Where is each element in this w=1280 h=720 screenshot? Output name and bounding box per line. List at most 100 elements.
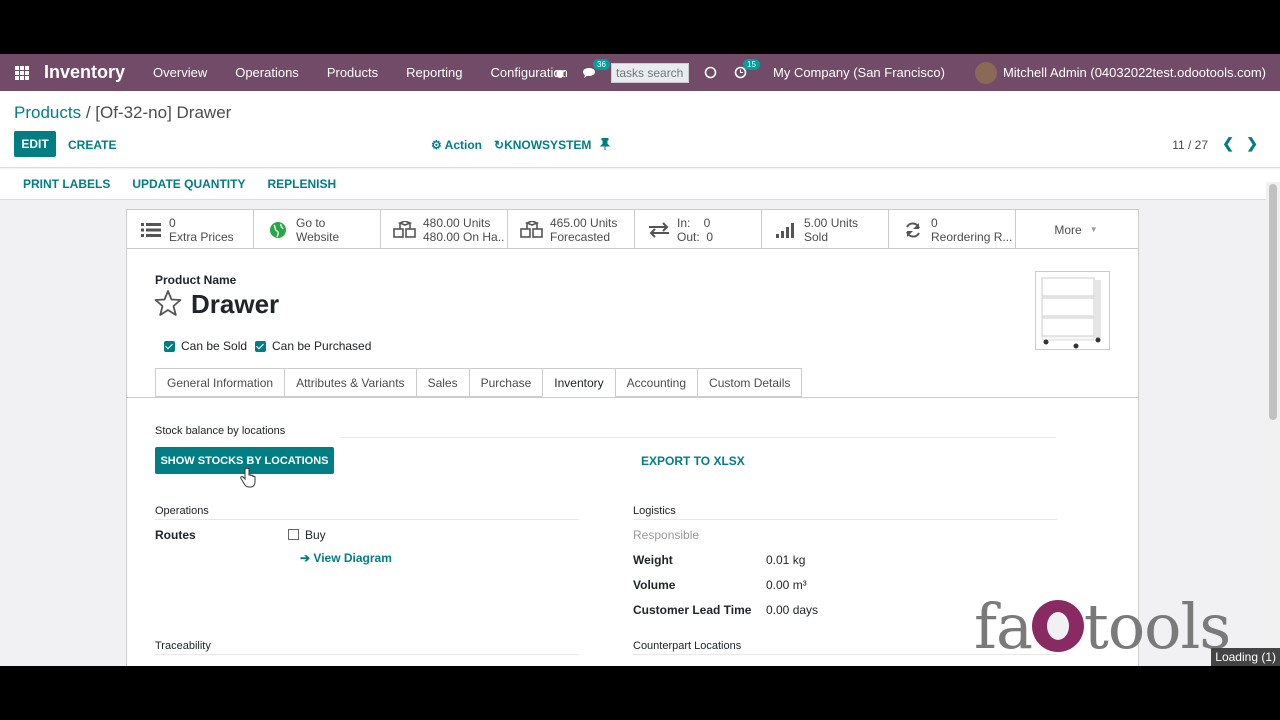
pin-icon[interactable] (599, 137, 611, 153)
chat-icon[interactable]: 36 (579, 54, 610, 91)
menu-reporting[interactable]: Reporting (392, 65, 476, 80)
scrollbar-thumb[interactable] (1269, 184, 1277, 420)
weight-value[interactable]: 0.01 kg (766, 553, 805, 567)
reordering-rules-button[interactable]: 0 Reordering R... (889, 210, 1016, 249)
control-panel: Products / [Of-32-no] Drawer EDIT CREATE… (0, 91, 1280, 168)
separator-line (341, 437, 1056, 438)
volume-label: Volume (633, 578, 676, 592)
customer-lead-time-label: Customer Lead Time (633, 603, 752, 617)
tab-attributes-variants[interactable]: Attributes & Variants (284, 368, 416, 397)
sync-icon[interactable] (699, 54, 721, 91)
go-to-label: Go to (296, 215, 326, 230)
forecasted-units: 465.00 Units (550, 215, 618, 230)
reordering-label: Reordering R... (931, 229, 1013, 244)
reordering-count: 0 (931, 215, 938, 230)
exchange-icon (647, 221, 671, 238)
update-quantity-button[interactable]: UPDATE QUANTITY (132, 177, 245, 191)
volume-value[interactable]: 0.00 m³ (766, 578, 807, 592)
signal-icon (774, 222, 798, 238)
product-image[interactable] (1035, 271, 1110, 350)
sold-button[interactable]: 5.00 Units Sold (762, 210, 889, 249)
tab-general-information[interactable]: General Information (155, 368, 285, 397)
star-icon[interactable] (154, 289, 182, 317)
refresh-icon (901, 221, 925, 239)
in-out-button[interactable]: In: 0 Out: 0 (635, 210, 762, 249)
separator-line (633, 519, 1057, 520)
company-switcher[interactable]: My Company (San Francisco) (773, 65, 945, 80)
in-count: In: 0 (677, 215, 711, 230)
app-name[interactable]: Inventory (44, 62, 125, 83)
product-name[interactable]: Drawer (191, 289, 279, 320)
print-labels-button[interactable]: PRINT LABELS (23, 177, 110, 191)
go-to-website-button[interactable]: Go to Website (254, 210, 381, 249)
loading-indicator: Loading (1) (1211, 648, 1280, 666)
weight-label: Weight (633, 553, 673, 567)
menu-overview[interactable]: Overview (139, 65, 221, 80)
activity-count-badge: 15 (743, 59, 760, 70)
checkbox-checked-icon (255, 340, 266, 352)
on-hand-units: 480.00 Units (423, 215, 491, 230)
checkbox-checked-icon (164, 340, 175, 352)
caret-down-icon: ▼ (1089, 225, 1098, 234)
forecasted-button[interactable]: 465.00 Units Forecasted (508, 210, 635, 249)
knowsystem-label: KNOWSYSTEM (504, 138, 592, 152)
faotools-watermark-logo: fa tools (974, 590, 1231, 663)
out-count: Out: 0 (677, 229, 714, 244)
edit-button[interactable]: EDIT (14, 131, 56, 157)
replenish-button[interactable]: REPLENISH (267, 177, 336, 191)
on-hand-button[interactable]: 480.00 Units 480.00 On Ha... (381, 210, 508, 249)
tab-custom-details[interactable]: Custom Details (697, 368, 803, 397)
customer-lead-time-value[interactable]: 0.00 days (766, 603, 818, 617)
cubes-icon (393, 220, 417, 239)
top-navbar: Inventory Overview Operations Products R… (0, 54, 1280, 91)
can-be-sold-checkbox[interactable]: Can be Sold (164, 339, 247, 353)
operations-separator: Operations (155, 505, 209, 517)
extra-prices-label: Extra Prices (169, 229, 234, 244)
menu-operations[interactable]: Operations (221, 65, 313, 80)
apps-menu-icon[interactable] (0, 54, 44, 91)
odoo-window: Inventory Overview Operations Products R… (0, 54, 1280, 666)
breadcrumb: Products / [Of-32-no] Drawer (14, 103, 231, 123)
extra-prices-count: 0 (169, 215, 176, 230)
smart-buttons: 0 Extra Prices Go to Website 480.00 Units 4… (127, 210, 1138, 249)
bug-icon[interactable] (549, 54, 571, 91)
on-hand-label: 480.00 On Ha... (423, 229, 505, 244)
arrow-right-icon: ➔ (300, 551, 311, 565)
more-label: More (1054, 222, 1082, 237)
menu-products[interactable]: Products (313, 65, 392, 80)
breadcrumb-separator: / (81, 103, 96, 122)
tab-sales[interactable]: Sales (415, 368, 469, 397)
forecasted-label: Forecasted (550, 229, 611, 244)
checkbox-unchecked-icon (288, 529, 299, 540)
hand-cursor-icon (240, 467, 256, 493)
route-buy-checkbox[interactable]: Buy (288, 528, 326, 542)
can-be-purchased-label: Can be Purchased (272, 339, 372, 353)
list-icon (139, 222, 163, 238)
breadcrumb-products[interactable]: Products (14, 103, 81, 122)
route-buy-label: Buy (305, 528, 326, 542)
create-button[interactable]: CREATE (68, 138, 116, 152)
can-be-purchased-checkbox[interactable]: Can be Purchased (255, 339, 371, 353)
user-menu[interactable]: Mitchell Admin (04032022test.odootools.c… (1003, 65, 1266, 80)
view-diagram-link[interactable]: ➔ View Diagram (300, 551, 392, 565)
export-to-xlsx-button[interactable]: EXPORT TO XLSX (641, 454, 745, 468)
more-button[interactable]: More ▼ (1016, 210, 1136, 249)
traceability-separator: Traceability (155, 640, 211, 652)
refresh-icon: ↻ (494, 138, 505, 152)
previous-record-icon[interactable]: ❮ (1222, 135, 1234, 152)
tab-accounting[interactable]: Accounting (614, 368, 698, 397)
avatar[interactable] (974, 61, 997, 84)
action-button[interactable]: ⚙ Action (431, 138, 482, 152)
cubes-icon (520, 220, 544, 239)
scrollbar[interactable] (1266, 182, 1280, 666)
next-record-icon[interactable]: ❯ (1246, 135, 1258, 152)
activity-icon[interactable]: 15 (729, 54, 760, 91)
extra-prices-button[interactable]: 0 Extra Prices (127, 210, 254, 249)
knowsystem-button[interactable]: ↻KNOWSYSTEM (494, 138, 591, 152)
tab-inventory[interactable]: Inventory (542, 368, 615, 397)
globe-icon (266, 221, 290, 239)
tasks-search-input[interactable] (611, 62, 689, 83)
pager-value[interactable]: 11 / 27 (1172, 138, 1208, 152)
can-be-sold-label: Can be Sold (181, 339, 248, 353)
tab-purchase[interactable]: Purchase (468, 368, 543, 397)
